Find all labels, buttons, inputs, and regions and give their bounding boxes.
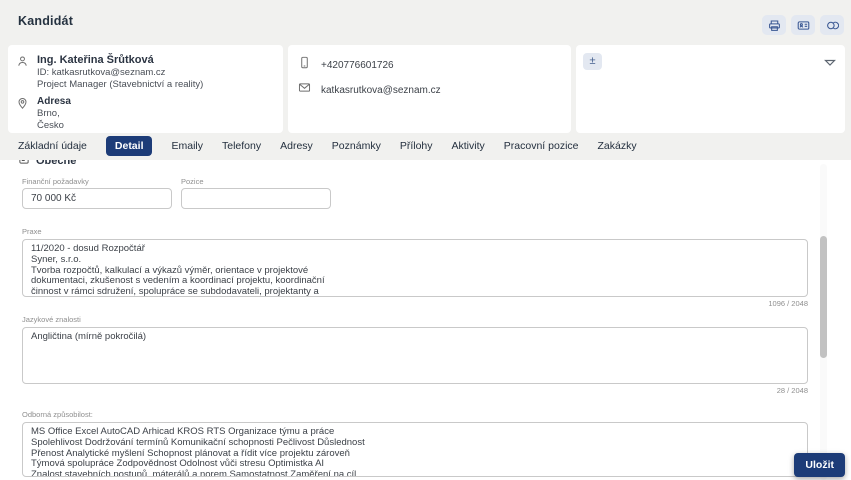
candidate-position: Project Manager (Stavebnictví a reality) <box>37 79 203 91</box>
financial-requirements-label: Finanční požadavky <box>22 177 172 186</box>
section-header-obecne: Obecné <box>18 160 851 168</box>
tab-adresy[interactable]: Adresy <box>280 140 313 152</box>
praxe-label: Praxe <box>22 227 42 236</box>
top-bar: Kandidát <box>0 0 851 44</box>
praxe-group: Praxe 11/2020 - dosud Rozpočtář Syner, s… <box>22 221 808 308</box>
envelope-icon <box>298 81 313 99</box>
tab-aktivity[interactable]: Aktivity <box>452 140 485 152</box>
duplicate-button[interactable] <box>820 15 844 35</box>
printer-icon <box>768 19 781 32</box>
tab-zakazky[interactable]: Zakázky <box>598 140 637 152</box>
person-icon <box>16 54 31 91</box>
languages-char-counter: 28 / 2048 <box>22 386 808 395</box>
skills-textarea[interactable]: MS Office Excel AutoCAD Arhicad KROS RTS… <box>22 422 808 477</box>
languages-label: Jazykové znalosti <box>22 315 81 324</box>
address-label: Adresa <box>37 96 71 108</box>
clipboard-icon <box>18 160 30 168</box>
print-button[interactable] <box>762 15 786 35</box>
candidate-phone[interactable]: +420776601726 <box>321 60 394 71</box>
candidate-name: Ing. Kateřina Šrůtková <box>37 54 203 67</box>
contact-card: +420776601726 katkasrutkova@seznam.cz <box>288 45 571 133</box>
address-country: Česko <box>37 120 71 132</box>
position-label: Pozice <box>181 177 331 186</box>
tab-bar: Základní údaje Detail Emaily Telefony Ad… <box>0 133 851 159</box>
toolbar-actions <box>762 15 844 35</box>
languages-group: Jazykové znalosti Angličtina (mírně pokr… <box>22 309 808 395</box>
financial-requirements-input[interactable] <box>22 188 172 209</box>
candidate-detail-page: Kandidát <box>0 0 851 480</box>
summary-cards: Ing. Kateřina Šrůtková ID: katkasrutkova… <box>8 45 845 133</box>
tags-card: ± <box>576 45 845 133</box>
address-city: Brno, <box>37 108 71 120</box>
page-title: Kandidát <box>18 14 73 28</box>
candidate-id: ID: katkasrutkova@seznam.cz <box>37 67 203 79</box>
tab-emaily[interactable]: Emaily <box>171 140 203 152</box>
tab-pracovni-pozice[interactable]: Pracovní pozice <box>504 140 579 152</box>
skills-group: Odborná způsobilost: MS Office Excel Aut… <box>22 404 808 480</box>
tab-telefony[interactable]: Telefony <box>222 140 261 152</box>
identity-card: Ing. Kateřina Šrůtková ID: katkasrutkova… <box>8 45 283 133</box>
praxe-char-counter: 1096 / 2048 <box>22 299 808 308</box>
tab-poznamky[interactable]: Poznámky <box>332 140 381 152</box>
praxe-textarea[interactable]: 11/2020 - dosud Rozpočtář Syner, s.r.o. … <box>22 239 808 297</box>
vcard-button[interactable] <box>791 15 815 35</box>
chevron-down-icon[interactable] <box>824 54 836 72</box>
section-title: Obecné <box>36 160 76 167</box>
detail-form-panel: Obecné Finanční požadavky Pozice Praxe 1… <box>0 160 851 480</box>
vertical-scrollbar <box>820 164 827 480</box>
add-remove-button[interactable]: ± <box>583 53 602 70</box>
duplicate-icon <box>826 19 839 32</box>
tab-prilohy[interactable]: Přílohy <box>400 140 433 152</box>
languages-textarea[interactable]: Angličtina (mírně pokročilá) <box>22 327 808 384</box>
candidate-email[interactable]: katkasrutkova@seznam.cz <box>321 85 441 96</box>
mobile-phone-icon <box>298 56 313 74</box>
tab-zakladni-udaje[interactable]: Základní údaje <box>18 140 87 152</box>
save-button[interactable]: Uložit <box>794 453 845 477</box>
position-input[interactable] <box>181 188 331 209</box>
scrollbar-thumb[interactable] <box>820 236 827 358</box>
location-pin-icon <box>16 96 31 132</box>
tab-detail[interactable]: Detail <box>106 136 153 156</box>
id-card-icon <box>797 19 810 32</box>
general-fields-row: Finanční požadavky Pozice <box>22 177 808 209</box>
skills-label: Odborná způsobilost: <box>22 410 93 419</box>
